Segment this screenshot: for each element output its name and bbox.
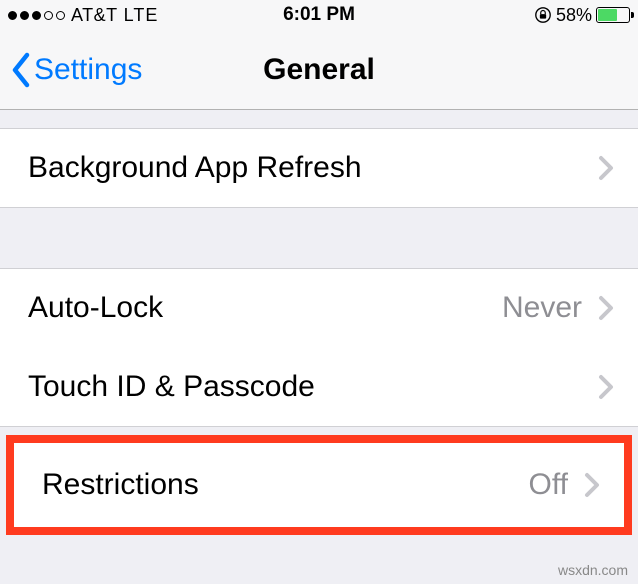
orientation-lock-icon (534, 6, 552, 24)
back-label: Settings (34, 53, 142, 87)
row-auto-lock[interactable]: Auto-Lock Never (0, 268, 638, 348)
row-value: Never (502, 291, 582, 325)
chevron-right-icon (598, 295, 614, 321)
row-touch-id-passcode[interactable]: Touch ID & Passcode (0, 347, 638, 427)
highlight-box: Restrictions Off (6, 435, 632, 535)
chevron-right-icon (584, 472, 600, 498)
row-label: Touch ID & Passcode (28, 370, 315, 404)
row-label: Auto-Lock (28, 291, 163, 325)
clock-label: 6:01 PM (283, 4, 355, 26)
chevron-right-icon (598, 374, 614, 400)
back-button[interactable]: Settings (10, 52, 142, 88)
watermark-label: wsxdn.com (558, 562, 628, 578)
page-title: General (263, 53, 375, 87)
status-left: AT&T LTE (8, 5, 158, 26)
signal-strength-icon (8, 11, 65, 20)
chevron-left-icon (10, 52, 32, 88)
network-type-label: LTE (124, 5, 159, 26)
row-label: Background App Refresh (28, 151, 362, 185)
row-restrictions[interactable]: Restrictions Off (14, 443, 624, 527)
nav-bar: Settings General (0, 30, 638, 110)
row-label: Restrictions (42, 468, 199, 502)
status-right: 58% (534, 5, 630, 26)
carrier-label: AT&T (71, 5, 118, 26)
chevron-right-icon (598, 155, 614, 181)
battery-percent-label: 58% (556, 5, 592, 26)
row-value: Off (529, 468, 568, 502)
status-bar: AT&T LTE 6:01 PM 58% (0, 0, 638, 30)
row-background-app-refresh[interactable]: Background App Refresh (0, 128, 638, 208)
battery-icon (596, 7, 630, 23)
